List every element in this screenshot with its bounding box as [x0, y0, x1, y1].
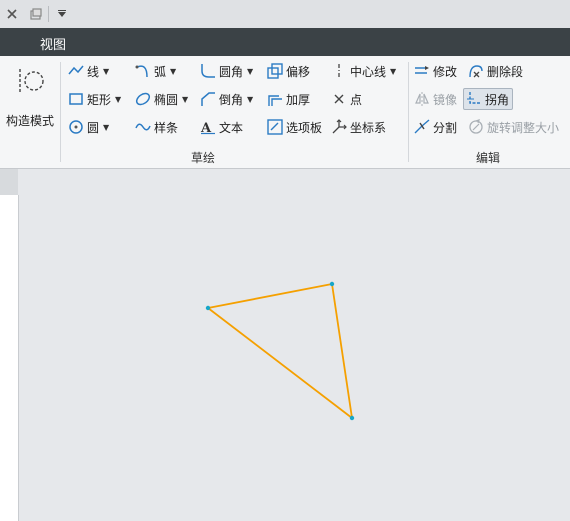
modify-icon	[414, 63, 430, 79]
group-divider	[60, 62, 61, 162]
palette-icon	[267, 119, 283, 135]
ellipse-button[interactable]: 椭圆 ▼	[135, 89, 188, 109]
chevron-down-icon[interactable]: ▼	[247, 95, 253, 104]
text-button[interactable]: A 文本	[200, 117, 243, 137]
palette-label: 选项板	[286, 120, 323, 135]
line-button[interactable]: 线 ▼	[68, 61, 109, 81]
centerline-icon	[331, 63, 347, 79]
rectangle-icon	[68, 91, 84, 107]
coordsys-label: 坐标系	[350, 120, 387, 135]
sketch-vertex[interactable]	[349, 415, 355, 421]
rotate-resize-label: 旋转调整大小	[487, 120, 560, 135]
ellipse-label: 椭圆	[154, 92, 179, 107]
spline-icon	[135, 119, 151, 135]
chevron-down-icon[interactable]: ▼	[103, 67, 109, 76]
circle-button[interactable]: 圆 ▼	[68, 117, 109, 137]
chevron-down-icon[interactable]: ▼	[390, 67, 396, 76]
divide-button[interactable]: 分割	[414, 117, 457, 137]
fillet-label: 圆角	[219, 64, 244, 79]
rotate-resize-button[interactable]: 旋转调整大小	[468, 117, 559, 137]
ellipse-icon	[135, 91, 151, 107]
circle-icon	[68, 119, 84, 135]
spline-label: 样条	[154, 120, 179, 135]
mirror-icon	[414, 91, 430, 107]
fillet-icon	[200, 63, 216, 79]
thicken-label: 加厚	[286, 92, 311, 107]
left-panel[interactable]	[0, 195, 19, 521]
sketch-group-label: 草绘	[191, 151, 216, 165]
rectangle-label: 矩形	[87, 92, 112, 107]
mirror-label: 镜像	[433, 92, 458, 107]
chevron-down-icon[interactable]: ▼	[115, 95, 121, 104]
quick-access-toolbar	[0, 0, 570, 29]
edit-group-label: 编辑	[476, 151, 501, 165]
corner-icon	[466, 91, 482, 107]
arc-button[interactable]: 弧 ▼	[135, 61, 176, 81]
group-divider	[408, 62, 409, 162]
chevron-down-icon[interactable]: ▼	[103, 123, 109, 132]
svg-text:A: A	[200, 121, 212, 135]
window-icon[interactable]	[27, 5, 45, 23]
text-icon: A	[200, 119, 216, 135]
modify-label: 修改	[433, 64, 458, 79]
coordinate-system-icon	[331, 119, 347, 135]
toolbar-divider	[48, 6, 49, 22]
menu-bar: 视图	[0, 28, 570, 56]
chevron-down-icon[interactable]: ▼	[182, 95, 188, 104]
delete-segment-button[interactable]: 删除段	[468, 61, 523, 81]
centerline-button[interactable]: 中心线 ▼	[331, 61, 396, 81]
sketch-vertex[interactable]	[329, 281, 335, 287]
construction-mode-button[interactable]: 构造模式	[4, 62, 56, 128]
arc-icon	[135, 63, 151, 79]
point-button[interactable]: 点	[331, 89, 362, 109]
delete-segment-icon	[468, 63, 484, 79]
sketch-vertex[interactable]	[205, 305, 211, 311]
delete-segment-label: 删除段	[487, 64, 524, 79]
line-label: 线	[87, 64, 100, 79]
construction-mode-label: 构造模式	[5, 114, 54, 128]
rectangle-button[interactable]: 矩形 ▼	[68, 89, 121, 109]
sketch-edge-left[interactable]	[207, 307, 353, 419]
chevron-down-icon[interactable]: ▼	[247, 67, 253, 76]
modify-button[interactable]: 修改	[414, 61, 457, 81]
point-label: 点	[350, 92, 363, 107]
sketch-edge-right[interactable]	[331, 283, 353, 419]
ribbon: 构造模式 线 ▼ 弧 ▼ 圆角 ▼ 偏移 中心线 ▼ 矩形 ▼ 椭圆 ▼ 倒角 …	[0, 56, 570, 169]
mirror-button[interactable]: 镜像	[414, 89, 457, 109]
corner-label: 拐角	[485, 92, 510, 107]
circle-label: 圆	[87, 120, 100, 135]
corner-button[interactable]: 拐角	[463, 88, 514, 110]
offset-icon	[267, 63, 283, 79]
line-icon	[68, 63, 84, 79]
rotate-resize-icon	[468, 119, 484, 135]
offset-button[interactable]: 偏移	[267, 61, 310, 81]
dropdown-arrow-icon[interactable]	[53, 5, 71, 23]
thicken-icon	[267, 91, 283, 107]
chamfer-label: 倒角	[219, 92, 244, 107]
fillet-button[interactable]: 圆角 ▼	[200, 61, 253, 81]
sketch-edge-top[interactable]	[207, 283, 333, 309]
thicken-button[interactable]: 加厚	[267, 89, 310, 109]
construction-mode-icon	[16, 66, 46, 96]
divide-label: 分割	[433, 120, 458, 135]
text-label: 文本	[219, 120, 244, 135]
tab-view[interactable]: 视图	[40, 34, 66, 53]
coordsys-button[interactable]: 坐标系	[331, 117, 386, 137]
arc-label: 弧	[154, 64, 167, 79]
centerline-label: 中心线	[350, 64, 387, 79]
palette-button[interactable]: 选项板	[267, 117, 322, 137]
chevron-down-icon[interactable]: ▼	[170, 67, 176, 76]
chamfer-icon	[200, 91, 216, 107]
spline-button[interactable]: 样条	[135, 117, 178, 137]
chamfer-button[interactable]: 倒角 ▼	[200, 89, 253, 109]
divide-icon	[414, 119, 430, 135]
left-panel-header	[0, 169, 18, 195]
point-icon	[331, 91, 347, 107]
close-icon[interactable]	[3, 5, 21, 23]
offset-label: 偏移	[286, 64, 311, 79]
sketch-canvas[interactable]	[19, 169, 570, 521]
